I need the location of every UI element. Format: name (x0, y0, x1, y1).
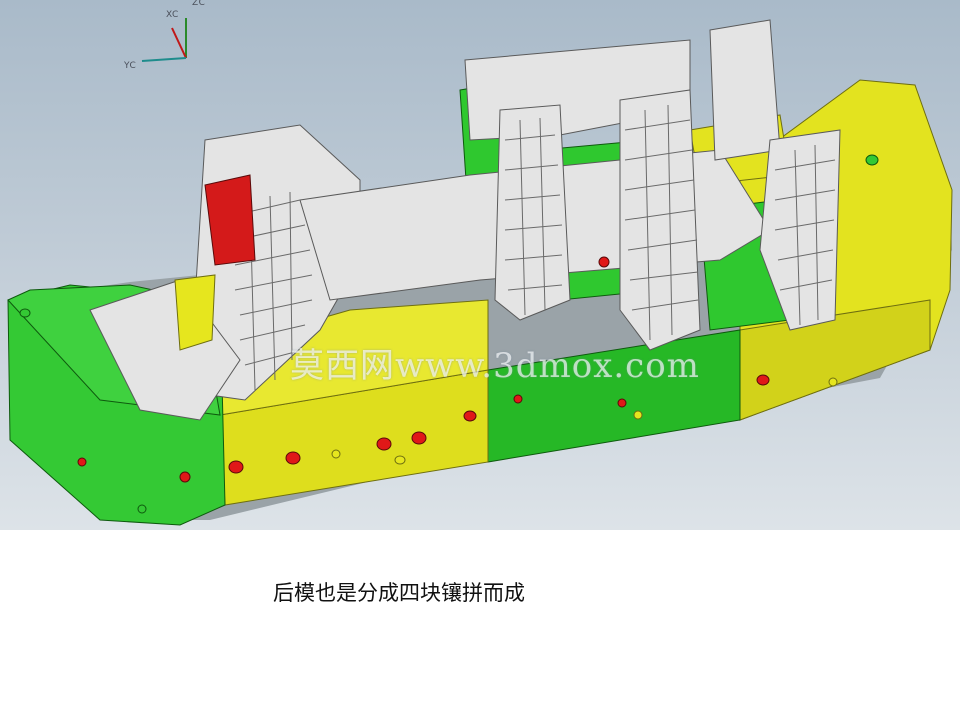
watermark-text: 莫西网www.3dmox.com (290, 346, 700, 386)
coordinate-triad-icon (141, 18, 187, 62)
cad-viewport[interactable]: XC ZC YC 莫西网www.3dmox.com (0, 0, 960, 530)
axis-label-z: ZC (192, 0, 206, 8)
axis-label-x: XC (166, 10, 179, 20)
mold-model-drawing (7, 18, 953, 526)
slide-caption: 后模也是分成四块镶拼而成 (273, 581, 525, 605)
axis-label-y: YC (124, 61, 137, 71)
